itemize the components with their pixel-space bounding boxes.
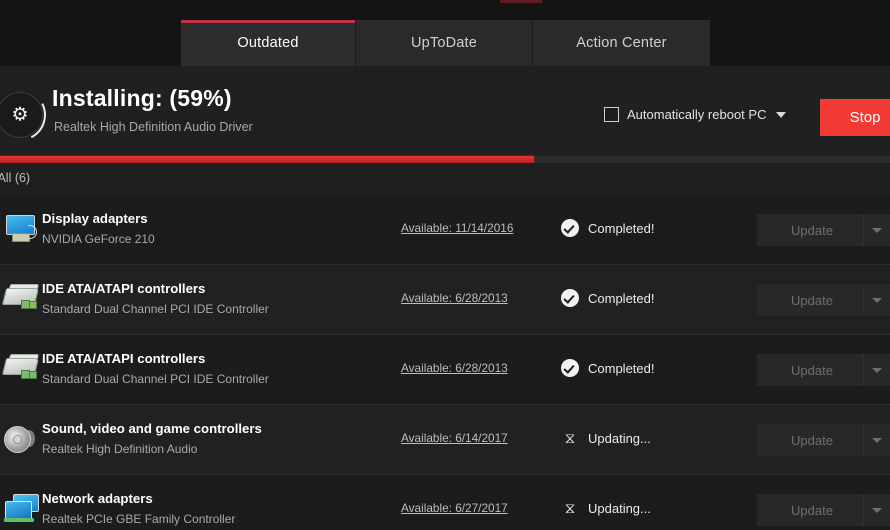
driver-available-date-link[interactable]: Available: 11/14/2016 xyxy=(401,221,513,235)
driver-available-date-link[interactable]: Available: 6/28/2013 xyxy=(401,361,508,375)
driver-category-name: IDE ATA/ATAPI controllers xyxy=(42,281,206,296)
driver-updater-window: Outdated UpToDate Action Center ⚙ Instal… xyxy=(0,0,890,530)
update-button[interactable]: Update xyxy=(757,424,890,456)
table-row[interactable]: IDE ATA/ATAPI controllers Standard Dual C… xyxy=(0,335,890,405)
driver-available-date-link[interactable]: Available: 6/28/2013 xyxy=(401,291,508,305)
update-button[interactable]: Update xyxy=(757,354,890,386)
driver-available-date-link[interactable]: Available: 6/14/2017 xyxy=(401,431,508,445)
driver-status-label: Completed! xyxy=(588,290,655,306)
driver-status-label: Completed! xyxy=(588,360,655,376)
chevron-down-icon[interactable] xyxy=(864,297,890,303)
update-button[interactable]: Update xyxy=(757,214,890,246)
select-all-label: ect All (6) xyxy=(0,171,31,185)
driver-status: Completed! xyxy=(561,359,654,377)
tab-outdated[interactable]: Outdated xyxy=(181,20,356,66)
update-button-label: Update xyxy=(791,432,833,448)
driver-device-description: Standard Dual Channel PCI IDE Controller xyxy=(42,372,269,386)
gear-icon: ⚙ xyxy=(11,104,29,126)
pci-card-icon xyxy=(1,283,41,317)
chevron-down-icon[interactable] xyxy=(864,227,890,233)
chevron-down-icon[interactable] xyxy=(864,437,890,443)
select-all-row[interactable]: ect All (6) xyxy=(0,163,890,196)
tab-list: Outdated UpToDate Action Center xyxy=(181,20,710,66)
driver-status: ⧖ Updating... xyxy=(561,429,651,447)
install-title: Installing: (59%) xyxy=(52,85,232,111)
table-row[interactable]: IDE ATA/ATAPI controllers Standard Dual C… xyxy=(0,265,890,335)
driver-device-description: Standard Dual Channel PCI IDE Controller xyxy=(42,302,269,316)
tab-action-center[interactable]: Action Center xyxy=(533,20,710,66)
driver-category-name: Sound, video and game controllers xyxy=(42,421,262,436)
table-row[interactable]: Display adapters NVIDIA GeForce 210 Availa… xyxy=(0,195,890,265)
speaker-icon xyxy=(3,423,41,457)
driver-status-label: Updating... xyxy=(588,430,651,446)
driver-device-description: Realtek PCIe GBE Family Controller xyxy=(42,512,236,526)
driver-category-name: Display adapters xyxy=(42,211,148,226)
auto-reboot-label: Automatically reboot PC xyxy=(627,107,767,122)
top-accent-line xyxy=(500,0,542,3)
tab-bar: Outdated UpToDate Action Center xyxy=(0,20,890,67)
pci-card-icon xyxy=(1,353,41,387)
tab-action-center-label: Action Center xyxy=(576,35,667,51)
driver-category-name: Network adapters xyxy=(42,491,153,506)
chevron-down-icon[interactable] xyxy=(864,367,890,373)
driver-device-description: NVIDIA GeForce 210 xyxy=(42,232,155,246)
update-button-label: Update xyxy=(791,502,833,518)
hourglass-icon: ⧖ xyxy=(564,429,576,447)
driver-status: Completed! xyxy=(561,219,654,237)
display-adapter-icon xyxy=(3,213,41,247)
driver-status: ⧖ Updating... xyxy=(561,499,651,517)
check-circle-icon xyxy=(561,219,579,237)
check-circle-icon xyxy=(561,289,579,307)
driver-device-description: Realtek High Definition Audio xyxy=(42,442,198,456)
auto-reboot-checkbox[interactable] xyxy=(604,107,619,122)
stop-button[interactable]: Stop xyxy=(820,99,890,136)
table-row[interactable]: Network adapters Realtek PCIe GBE Family … xyxy=(0,475,890,530)
table-row[interactable]: Sound, video and game controllers Realtek… xyxy=(0,405,890,475)
update-button[interactable]: Update xyxy=(757,284,890,316)
auto-reboot-option[interactable]: Automatically reboot PC xyxy=(604,107,787,122)
driver-list: Display adapters NVIDIA GeForce 210 Availa… xyxy=(0,195,890,530)
install-progress-track xyxy=(0,156,890,163)
driver-status-label: Updating... xyxy=(588,500,651,516)
install-subtitle: Realtek High Definition Audio Driver xyxy=(54,120,253,134)
tab-uptodate[interactable]: UpToDate xyxy=(356,20,533,66)
update-button[interactable]: Update xyxy=(757,494,890,526)
update-button-label: Update xyxy=(791,292,833,308)
install-progress-fill xyxy=(0,156,534,163)
check-circle-icon xyxy=(561,359,579,377)
gear-spinner-icon: ⚙ xyxy=(0,82,53,148)
driver-status-label: Completed! xyxy=(588,220,655,236)
chevron-down-icon[interactable] xyxy=(776,111,787,118)
driver-category-name: IDE ATA/ATAPI controllers xyxy=(42,351,206,366)
driver-status: Completed! xyxy=(561,289,654,307)
network-adapter-icon xyxy=(3,493,41,527)
update-button-label: Update xyxy=(791,362,833,378)
window-top-strip xyxy=(0,0,890,20)
chevron-down-icon[interactable] xyxy=(864,507,890,513)
tab-outdated-label: Outdated xyxy=(237,35,299,51)
hourglass-icon: ⧖ xyxy=(564,499,576,517)
driver-available-date-link[interactable]: Available: 6/27/2017 xyxy=(401,501,508,515)
update-button-label: Update xyxy=(791,222,833,238)
tab-uptodate-label: UpToDate xyxy=(410,35,478,51)
